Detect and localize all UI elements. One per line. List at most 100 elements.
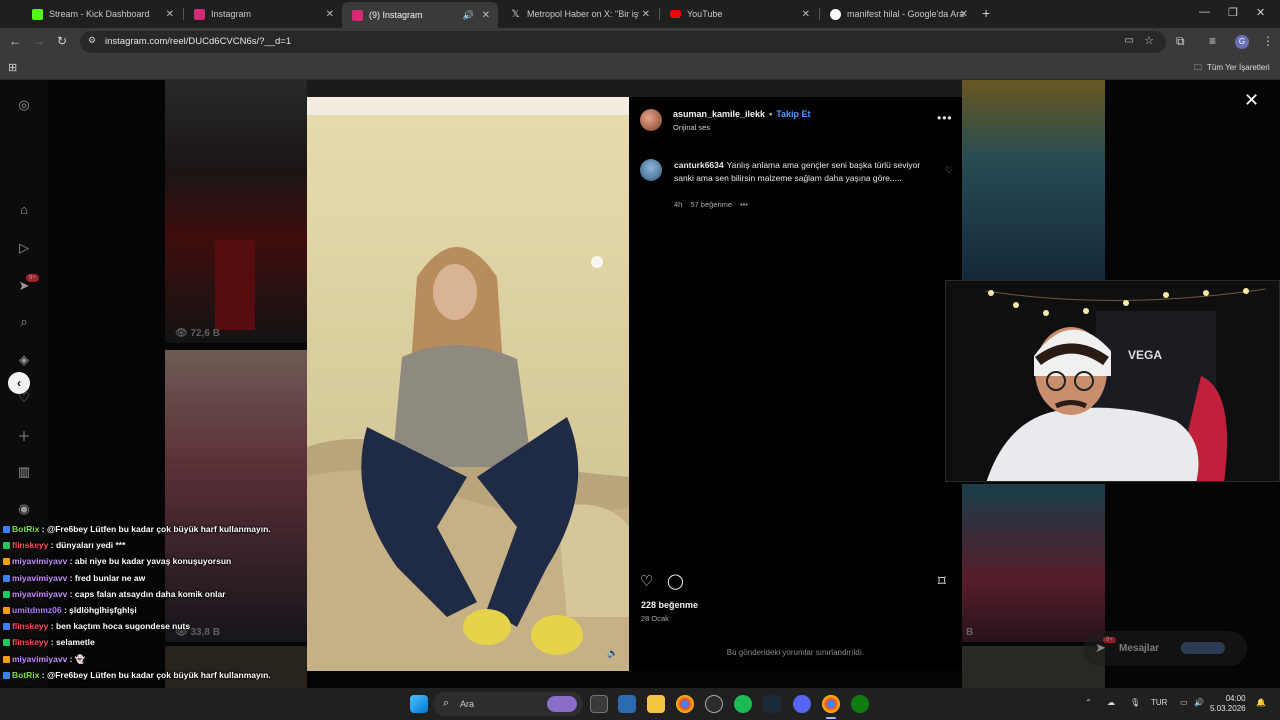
save-bookmark-icon[interactable]: ⌑ bbox=[938, 572, 946, 590]
restore-icon[interactable]: ❐ bbox=[1228, 6, 1238, 19]
windows-taskbar: ⌕ Ara ⌃ ☁ 🎙 TUR ▭ 🔊 04:00 5.03.2026 🔔 bbox=[0, 688, 1280, 720]
minimize-icon[interactable]: — bbox=[1199, 6, 1210, 18]
previous-post-button[interactable]: ‹ bbox=[8, 372, 30, 394]
site-info-icon[interactable]: ⚙ bbox=[88, 35, 96, 46]
comment-bubble-icon[interactable]: ◯ bbox=[667, 572, 684, 590]
bg-tile-6[interactable]: B bbox=[962, 484, 1105, 642]
explore-icon[interactable]: ◈ bbox=[16, 352, 32, 368]
messages-label: Mesajlar bbox=[1119, 643, 1160, 654]
tray-chevron-icon[interactable]: ⌃ bbox=[1085, 698, 1092, 707]
close-tab-icon[interactable]: ✕ bbox=[326, 9, 334, 20]
create-plus-icon[interactable]: ＋ bbox=[16, 426, 32, 444]
xbox-icon[interactable] bbox=[851, 695, 869, 713]
home-icon[interactable]: ⌂ bbox=[16, 202, 32, 218]
close-tab-icon[interactable]: ✕ bbox=[802, 9, 810, 20]
github-desktop-icon[interactable] bbox=[705, 695, 723, 713]
chrome-active-icon[interactable] bbox=[822, 695, 840, 713]
tab-instagram[interactable]: Instagram ✕ bbox=[184, 3, 342, 25]
taskbar-search[interactable]: ⌕ Ara bbox=[433, 692, 583, 716]
close-tab-icon[interactable]: ✕ bbox=[960, 9, 968, 20]
system-clock[interactable]: 04:00 5.03.2026 bbox=[1210, 694, 1246, 714]
new-tab-button[interactable]: + bbox=[982, 5, 990, 21]
dashboard-icon[interactable]: ▥ bbox=[16, 464, 32, 480]
notifications-icon[interactable]: 🔔 bbox=[1256, 698, 1266, 707]
tab-youtube[interactable]: YouTube ✕ bbox=[660, 3, 818, 25]
reading-list-icon[interactable]: ≡ bbox=[1209, 34, 1216, 48]
chat-username[interactable]: flinskeyy bbox=[12, 621, 48, 631]
follow-button[interactable]: Takip Et bbox=[776, 109, 810, 119]
post-date: 28 Ocak bbox=[641, 614, 669, 623]
tab-x-metropol[interactable]: 𝕏 Metropol Haber on X: "Bir işven ✕ bbox=[500, 3, 658, 25]
bookmark-star-icon[interactable]: ☆ bbox=[1144, 34, 1154, 47]
chat-username[interactable]: umitdnmz06 bbox=[12, 605, 62, 615]
banner-shape bbox=[215, 240, 255, 330]
chat-username[interactable]: flinskeyy bbox=[12, 540, 48, 550]
widgets-icon[interactable] bbox=[618, 695, 636, 713]
chat-username[interactable]: miyavimiyavv bbox=[12, 589, 67, 599]
chat-username[interactable]: miyavimiyavv bbox=[12, 654, 67, 664]
chat-username[interactable]: BotRix bbox=[12, 670, 39, 680]
instagram-icon bbox=[194, 8, 205, 20]
tab-kick-dashboard[interactable]: Stream - Kick Dashboard ✕ bbox=[22, 3, 182, 25]
back-icon[interactable]: ← bbox=[9, 34, 21, 48]
bg-tile-4[interactable] bbox=[307, 80, 962, 97]
clock-date: 5.03.2026 bbox=[1210, 704, 1246, 713]
speaker-icon[interactable]: 🔊 bbox=[463, 10, 474, 21]
mute-toggle-icon[interactable]: 🔈 bbox=[607, 648, 618, 659]
chat-username[interactable]: miyavimiyavv bbox=[12, 573, 67, 583]
tab-title: Stream - Kick Dashboard bbox=[49, 9, 150, 19]
like-heart-icon[interactable]: ♡ bbox=[640, 572, 653, 590]
onedrive-icon[interactable]: ☁ bbox=[1107, 698, 1115, 707]
steam-icon[interactable] bbox=[763, 695, 781, 713]
address-bar[interactable]: ⚙ instagram.com/reel/DUCd6CVCN6s/?__d=1 … bbox=[80, 31, 1166, 53]
tab-google-search[interactable]: manifest hilal - Google'da Ara ✕ bbox=[820, 3, 976, 25]
bg-tile-1[interactable]: 👁 72,6 B bbox=[165, 80, 307, 343]
comment-more-icon[interactable]: ••• bbox=[740, 200, 748, 209]
network-icon[interactable]: ▭ bbox=[1180, 698, 1188, 707]
close-modal-icon[interactable]: ✕ bbox=[1244, 90, 1259, 111]
tab-title: manifest hilal - Google'da Ara bbox=[847, 9, 965, 19]
commenter-avatar[interactable] bbox=[640, 159, 662, 181]
start-windows-icon[interactable] bbox=[410, 695, 428, 713]
more-options-icon[interactable]: ••• bbox=[937, 111, 953, 125]
profile-icon[interactable]: ◉ bbox=[16, 501, 32, 517]
spotify-icon[interactable] bbox=[734, 695, 752, 713]
discord-icon[interactable] bbox=[793, 695, 811, 713]
window-close-icon[interactable]: ✕ bbox=[1256, 6, 1265, 19]
reload-icon[interactable]: ↻ bbox=[57, 34, 67, 48]
commenter-username[interactable]: canturk6634 bbox=[674, 160, 724, 170]
close-tab-icon[interactable]: ✕ bbox=[482, 10, 490, 21]
author-username[interactable]: asuman_kamile_ilekk bbox=[673, 109, 765, 119]
file-explorer-icon[interactable] bbox=[647, 695, 665, 713]
comment-like-heart-icon[interactable]: ♡ bbox=[945, 165, 953, 176]
audio-label[interactable]: Orijinal ses bbox=[673, 123, 710, 132]
tab-instagram-active[interactable]: (9) Instagram 🔊 ✕ bbox=[342, 2, 498, 28]
volume-icon[interactable]: 🔊 bbox=[1194, 698, 1204, 707]
chat-username[interactable]: flinskeyy bbox=[12, 637, 48, 647]
forward-icon[interactable]: → bbox=[33, 34, 45, 48]
menu-kebab-icon[interactable]: ⋮ bbox=[1262, 34, 1274, 48]
language-indicator[interactable]: TUR bbox=[1151, 698, 1167, 707]
reel-video[interactable]: 🔈 bbox=[307, 97, 629, 671]
apps-grid-icon[interactable]: ⊞ bbox=[8, 61, 17, 74]
chat-username[interactable]: BotRix bbox=[12, 524, 39, 534]
extensions-icon[interactable]: ⧉ bbox=[1176, 34, 1185, 49]
microphone-icon[interactable]: 🎙 bbox=[1130, 698, 1140, 707]
chat-username[interactable]: miyavimiyavv bbox=[12, 556, 67, 566]
comment-likes[interactable]: 57 beğenme bbox=[690, 200, 732, 209]
messages-pill[interactable]: ➤ 9+ Mesajlar bbox=[1083, 631, 1247, 666]
instagram-logo-icon[interactable]: ◎ bbox=[16, 97, 32, 113]
search-icon[interactable]: ⌕ bbox=[16, 314, 32, 330]
likes-count[interactable]: 228 beğenme bbox=[641, 600, 698, 610]
cast-icon[interactable]: ▭ bbox=[1125, 35, 1134, 46]
author-avatar[interactable] bbox=[640, 109, 662, 131]
bg-tile-5[interactable] bbox=[962, 80, 1105, 280]
task-view-icon[interactable] bbox=[590, 695, 608, 713]
close-tab-icon[interactable]: ✕ bbox=[166, 9, 174, 20]
streamer-webcam: VEGA bbox=[945, 280, 1280, 482]
close-tab-icon[interactable]: ✕ bbox=[642, 9, 650, 20]
reels-icon[interactable]: ▷ bbox=[16, 240, 32, 256]
chrome-icon[interactable] bbox=[676, 695, 694, 713]
profile-avatar[interactable]: G bbox=[1235, 35, 1249, 49]
all-bookmarks-folder[interactable]: 🗀 Tüm Yer İşaretleri bbox=[1194, 62, 1270, 76]
